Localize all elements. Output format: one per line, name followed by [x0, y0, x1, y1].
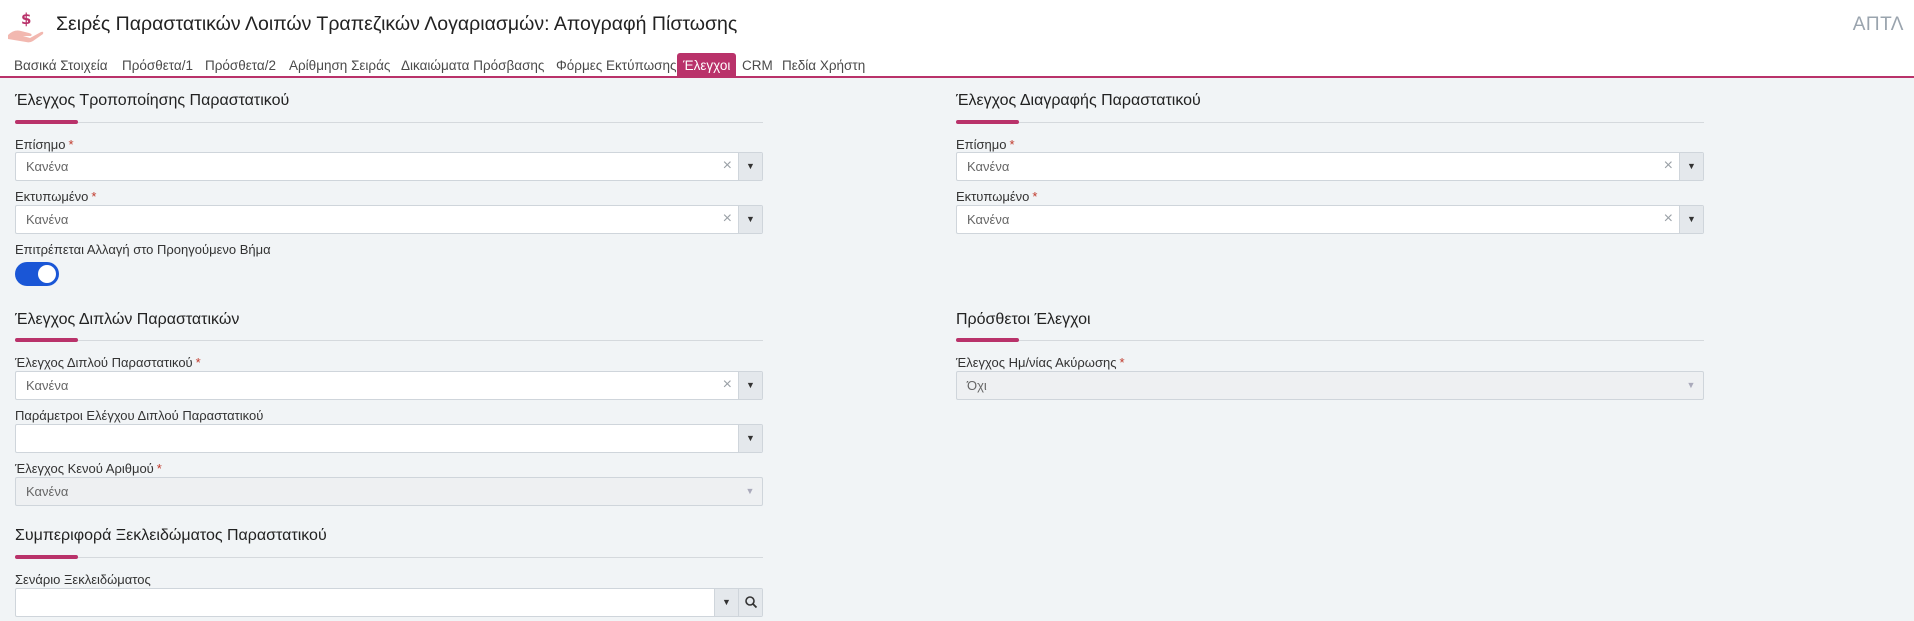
delete-printed-select[interactable]: Κανένα × ▼ [956, 205, 1704, 234]
delete-official-select[interactable]: Κανένα × ▼ [956, 152, 1704, 181]
tab-checks[interactable]: Έλεγχοι [677, 53, 737, 78]
toggle-knob [38, 265, 56, 283]
selected-value: Κανένα [967, 159, 1010, 174]
chevron-down-icon: ▼ [1686, 380, 1696, 390]
clear-icon[interactable]: × [1664, 157, 1673, 175]
duplicate-doc-select[interactable]: Κανένα × ▼ [15, 371, 763, 400]
selected-value: Κανένα [26, 212, 69, 227]
page-title: Σειρές Παραστατικών Λοιπών Τραπεζικών Λο… [56, 13, 738, 35]
tab-access-rights[interactable]: Δικαιώματα Πρόσβασης [395, 55, 550, 78]
tab-user-fields[interactable]: Πεδία Χρήστη [776, 55, 871, 78]
clear-icon[interactable]: × [1664, 210, 1673, 228]
chevron-down-icon[interactable]: ▼ [738, 153, 762, 180]
modify-official-select[interactable]: Κανένα × ▼ [15, 152, 763, 181]
chevron-down-icon[interactable]: ▼ [738, 425, 762, 452]
unlock-title: Συμπεριφορά Ξεκλειδώματος Παραστατικού [15, 527, 327, 544]
extra-checks-title: Πρόσθετοι Έλεγχοι [956, 311, 1091, 328]
tab-print-forms[interactable]: Φόρμες Εκτύπωσης [550, 55, 683, 78]
delete-printed-label: Εκτυπωμένο * [956, 189, 1038, 204]
unlock-scenario-label: Σενάριο Ξεκλειδώματος [15, 572, 151, 587]
search-icon[interactable] [738, 589, 762, 616]
selected-value: Κανένα [26, 159, 69, 174]
tab-bar: Βασικά Στοιχεία Πρόσθετα/1 Πρόσθετα/2 Αρ… [0, 51, 1914, 78]
delete-official-label: Επίσημο * [956, 137, 1015, 152]
modify-check-title: Έλεγχος Τροποποίησης Παραστατικού [15, 92, 290, 109]
blank-number-select: Κανένα ▼ [15, 477, 763, 506]
duplicate-params-label: Παράμετροι Ελέγχου Διπλού Παραστατικού [15, 408, 264, 423]
section-accent [15, 120, 78, 124]
duplicate-params-select[interactable]: ▼ [15, 424, 763, 453]
selected-value: Όχι [967, 378, 987, 393]
tab-extra2[interactable]: Πρόσθετα/2 [199, 55, 282, 78]
chevron-down-icon[interactable]: ▼ [1679, 206, 1703, 233]
selected-value: Κανένα [26, 484, 69, 499]
section-divider [15, 340, 763, 341]
selected-value: Κανένα [26, 378, 69, 393]
hand-dollar-icon: $ [8, 10, 44, 43]
tab-crm[interactable]: CRM [736, 55, 779, 78]
cancel-date-select: Όχι ▼ [956, 371, 1704, 400]
section-divider [956, 340, 1704, 341]
svg-text:$: $ [21, 10, 31, 28]
tab-basic[interactable]: Βασικά Στοιχεία [8, 55, 114, 78]
delete-check-title: Έλεγχος Διαγραφής Παραστατικού [956, 92, 1201, 109]
blank-number-label: Έλεγχος Κενού Αριθμού * [15, 461, 162, 476]
clear-icon[interactable]: × [723, 376, 732, 394]
section-accent [15, 555, 78, 559]
section-divider [15, 557, 763, 558]
modify-printed-select[interactable]: Κανένα × ▼ [15, 205, 763, 234]
clear-icon[interactable]: × [723, 210, 732, 228]
modify-official-label: Επίσημο * [15, 137, 74, 152]
unlock-scenario-select[interactable]: ▼ [15, 588, 763, 617]
section-accent [956, 338, 1019, 342]
chevron-down-icon[interactable]: ▼ [738, 206, 762, 233]
chevron-down-icon[interactable]: ▼ [738, 372, 762, 399]
duplicate-check-title: Έλεγχος Διπλών Παραστατικών [15, 311, 240, 328]
series-code: ΑΠΤΛ [1852, 14, 1904, 35]
allow-prev-step-label: Επιτρέπεται Αλλαγή στο Προηγούμενο Βήμα [15, 242, 271, 257]
chevron-down-icon: ▼ [745, 486, 755, 496]
chevron-down-icon[interactable]: ▼ [714, 589, 738, 616]
duplicate-doc-label: Έλεγχος Διπλού Παραστατικού * [15, 355, 201, 370]
tab-extra1[interactable]: Πρόσθετα/1 [116, 55, 199, 78]
clear-icon[interactable]: × [723, 157, 732, 175]
section-divider [956, 122, 1704, 123]
allow-prev-step-toggle[interactable] [15, 262, 59, 286]
section-accent [15, 338, 78, 342]
cancel-date-label: Έλεγχος Ημ/νίας Ακύρωσης * [956, 355, 1125, 370]
modify-printed-label: Εκτυπωμένο * [15, 189, 97, 204]
chevron-down-icon[interactable]: ▼ [1679, 153, 1703, 180]
section-accent [956, 120, 1019, 124]
selected-value: Κανένα [967, 212, 1010, 227]
tab-numbering[interactable]: Αρίθμηση Σειράς [283, 55, 396, 78]
section-divider [15, 122, 763, 123]
page-header: $ Σειρές Παραστατικών Λοιπών Τραπεζικών … [0, 0, 1914, 51]
